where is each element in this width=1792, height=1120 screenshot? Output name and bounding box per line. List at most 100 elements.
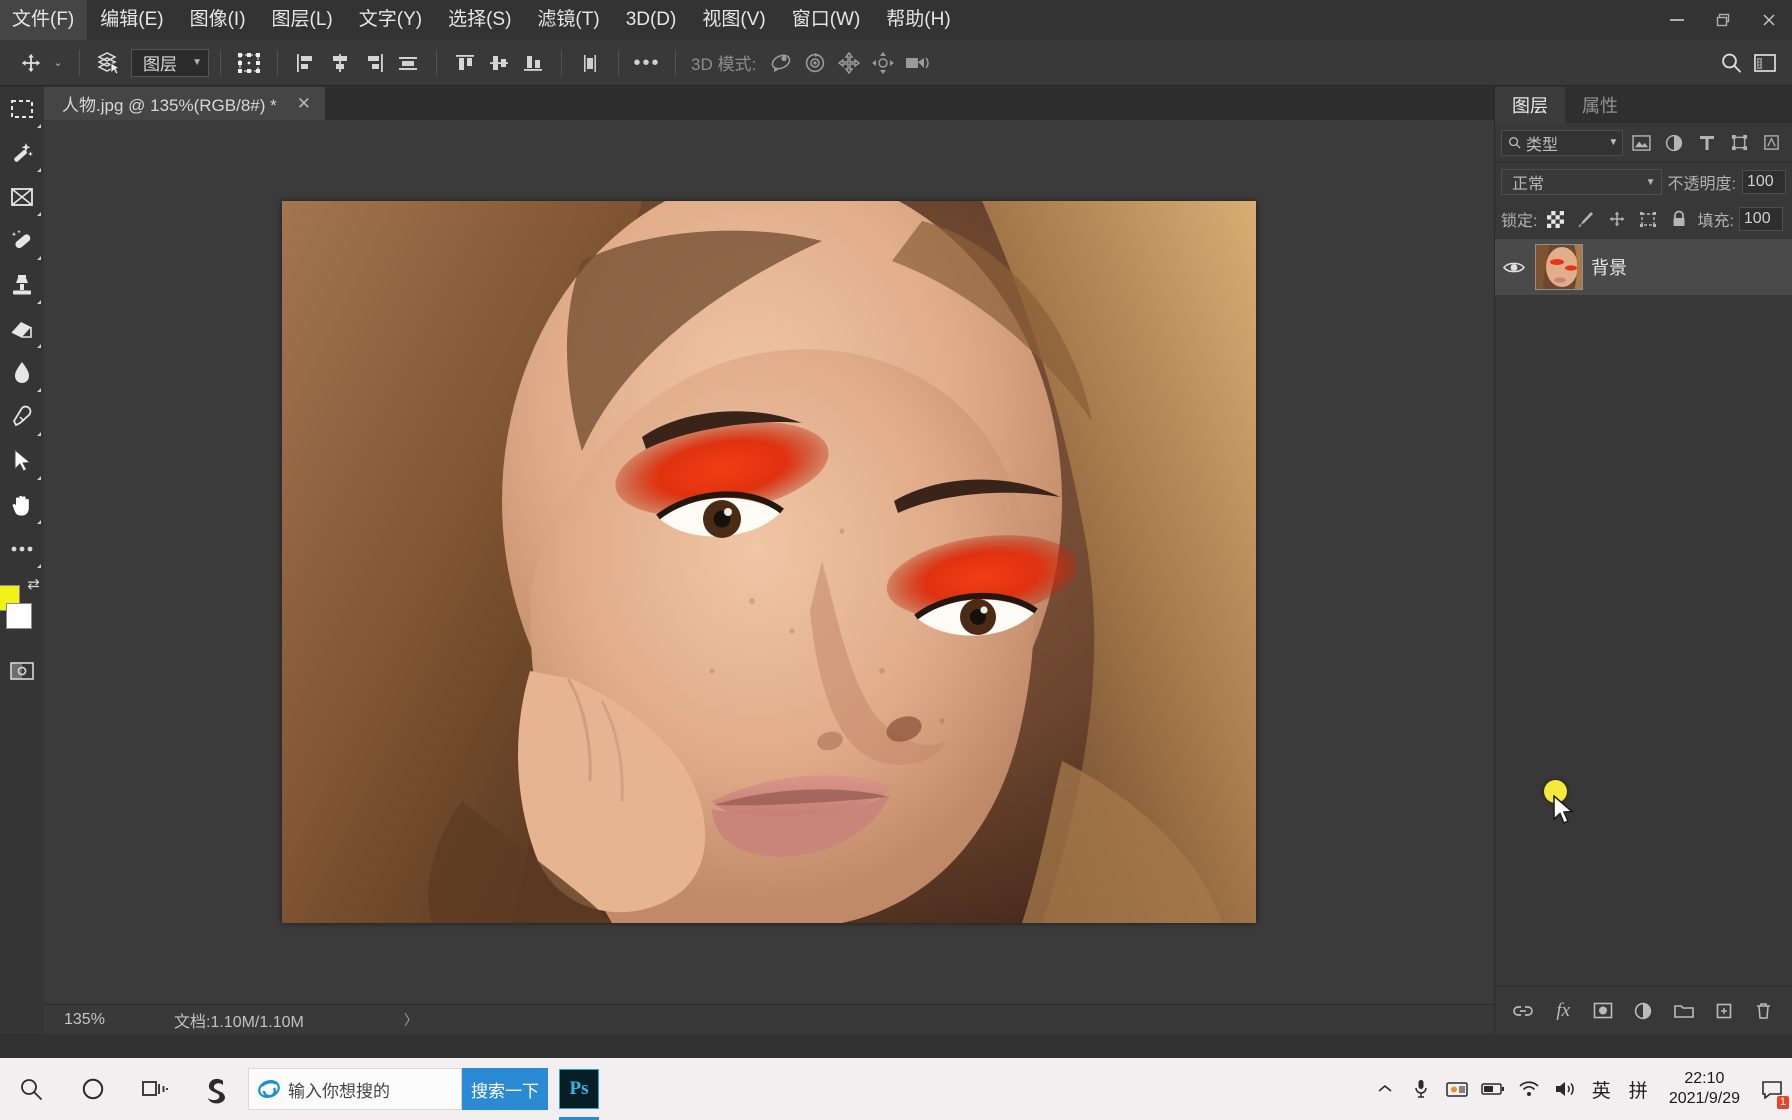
ime-pinyin-indicator[interactable]: 拼 bbox=[1620, 1076, 1657, 1103]
lock-all-button[interactable] bbox=[1666, 207, 1692, 231]
add-layer-mask-button[interactable] bbox=[1588, 996, 1618, 1026]
smart-object-filter-button[interactable] bbox=[1757, 130, 1786, 156]
delete-layer-button[interactable] bbox=[1749, 996, 1779, 1026]
tab-properties[interactable]: 属性 bbox=[1565, 87, 1635, 123]
menu-layer[interactable]: 图层(L) bbox=[259, 0, 346, 40]
shape-layer-filter-button[interactable] bbox=[1725, 130, 1754, 156]
search-button[interactable] bbox=[1714, 46, 1748, 80]
layer-name[interactable]: 背景 bbox=[1591, 254, 1627, 280]
crop-tool[interactable] bbox=[0, 175, 44, 219]
healing-brush-tool[interactable] bbox=[0, 219, 44, 263]
screenshot-button[interactable] bbox=[1439, 1058, 1475, 1120]
document-tab[interactable]: 人物.jpg @ 135%(RGB/8#) * ✕ bbox=[44, 87, 326, 120]
notifications-button[interactable]: 1 bbox=[1752, 1058, 1792, 1120]
menu-image[interactable]: 图像(I) bbox=[177, 0, 259, 40]
quick-selection-tool[interactable] bbox=[0, 131, 44, 175]
camera-3d-button[interactable] bbox=[900, 46, 934, 80]
rotate-3d-button[interactable] bbox=[764, 46, 798, 80]
photoshop-taskbar-button[interactable]: Ps bbox=[548, 1058, 610, 1120]
zoom-level[interactable]: 135% bbox=[44, 1011, 156, 1029]
auto-select-dropdown[interactable]: 图层 ▼ bbox=[131, 48, 209, 77]
search-submit-button[interactable]: 搜索一下 bbox=[462, 1068, 548, 1110]
tool-preset-chevron[interactable]: ⌄ bbox=[48, 56, 68, 69]
menu-edit[interactable]: 编辑(E) bbox=[87, 0, 176, 40]
menu-help[interactable]: 帮助(H) bbox=[873, 0, 963, 40]
wifi-button[interactable] bbox=[1511, 1058, 1547, 1120]
hand-tool[interactable] bbox=[0, 483, 44, 527]
lock-transparent-pixels-button[interactable] bbox=[1542, 207, 1568, 231]
fill-value[interactable]: 100 bbox=[1738, 207, 1783, 231]
pan-3d-button[interactable] bbox=[832, 46, 866, 80]
volume-button[interactable] bbox=[1547, 1058, 1583, 1120]
layer-row-background[interactable]: 背景 bbox=[1495, 239, 1792, 295]
background-color-swatch[interactable] bbox=[6, 603, 32, 629]
lock-artboard-nesting-button[interactable] bbox=[1635, 207, 1661, 231]
new-adjustment-layer-button[interactable] bbox=[1628, 996, 1658, 1026]
quick-mask-button[interactable] bbox=[0, 651, 44, 691]
task-view-button[interactable] bbox=[124, 1058, 186, 1120]
auto-select-icon[interactable] bbox=[91, 46, 125, 80]
menu-view[interactable]: 视图(V) bbox=[689, 0, 778, 40]
menu-window[interactable]: 窗口(W) bbox=[779, 0, 874, 40]
sogou-app-button[interactable] bbox=[186, 1058, 248, 1120]
menu-filter[interactable]: 滤镜(T) bbox=[524, 0, 612, 40]
distribute-horizontal-button[interactable] bbox=[391, 46, 425, 80]
opacity-value[interactable]: 100 bbox=[1742, 170, 1786, 194]
microphone-button[interactable] bbox=[1403, 1058, 1439, 1120]
align-right-edges-button[interactable] bbox=[357, 46, 391, 80]
close-button[interactable] bbox=[1746, 0, 1792, 40]
lock-image-pixels-button[interactable] bbox=[1573, 207, 1599, 231]
type-layer-filter-button[interactable] bbox=[1692, 130, 1721, 156]
filter-type-dropdown[interactable]: 类型 ▼ bbox=[1501, 129, 1624, 156]
align-top-edges-button[interactable] bbox=[448, 46, 482, 80]
eye-icon[interactable] bbox=[1501, 260, 1527, 275]
align-left-edges-button[interactable] bbox=[289, 46, 323, 80]
pixel-layer-filter-button[interactable] bbox=[1627, 130, 1656, 156]
pen-tool[interactable] bbox=[0, 395, 44, 439]
taskbar-clock[interactable]: 22:10 2021/9/29 bbox=[1657, 1069, 1752, 1110]
align-bottom-edges-button[interactable] bbox=[516, 46, 550, 80]
search-input-placeholder[interactable]: 输入你想搜的 bbox=[288, 1077, 390, 1102]
marquee-tool[interactable] bbox=[0, 87, 44, 131]
cortana-button[interactable] bbox=[62, 1058, 124, 1120]
eraser-tool[interactable] bbox=[0, 307, 44, 351]
clone-stamp-tool[interactable] bbox=[0, 263, 44, 307]
taskbar-search-box[interactable]: 输入你想搜的 bbox=[248, 1068, 462, 1110]
image-canvas[interactable] bbox=[282, 201, 1256, 923]
canvas-viewport[interactable] bbox=[44, 120, 1494, 1004]
link-layers-button[interactable] bbox=[1508, 996, 1538, 1026]
edit-toolbar-button[interactable] bbox=[0, 527, 44, 571]
align-vertical-centers-button[interactable] bbox=[482, 46, 516, 80]
menu-type[interactable]: 文字(Y) bbox=[346, 0, 435, 40]
new-group-button[interactable] bbox=[1669, 996, 1699, 1026]
battery-button[interactable] bbox=[1475, 1058, 1511, 1120]
slide-3d-button[interactable] bbox=[866, 46, 900, 80]
menu-3d[interactable]: 3D(D) bbox=[613, 0, 690, 40]
more-options-button[interactable]: ••• bbox=[630, 46, 664, 80]
adjustment-layer-filter-button[interactable] bbox=[1660, 130, 1689, 156]
status-expand-arrow[interactable]: 〉 bbox=[404, 1010, 418, 1030]
swap-colors-icon[interactable]: ⇄ bbox=[27, 575, 40, 593]
roll-3d-button[interactable] bbox=[798, 46, 832, 80]
layer-thumbnail[interactable] bbox=[1535, 244, 1583, 290]
layer-style-button[interactable]: fx bbox=[1548, 996, 1578, 1026]
lock-position-button[interactable] bbox=[1604, 207, 1630, 231]
tray-expand-button[interactable] bbox=[1367, 1058, 1403, 1120]
menu-select[interactable]: 选择(S) bbox=[435, 0, 524, 40]
start-search-button[interactable] bbox=[0, 1058, 62, 1120]
show-transform-controls-button[interactable] bbox=[232, 46, 266, 80]
move-tool-options-icon[interactable] bbox=[14, 46, 48, 80]
close-icon[interactable]: ✕ bbox=[291, 94, 317, 114]
menu-file[interactable]: 文件(F) bbox=[0, 0, 88, 40]
restore-button[interactable] bbox=[1700, 0, 1746, 40]
workspace-switcher-button[interactable] bbox=[1748, 46, 1782, 80]
align-horizontal-centers-button[interactable] bbox=[323, 46, 357, 80]
new-layer-button[interactable] bbox=[1709, 996, 1739, 1026]
tab-layers[interactable]: 图层 bbox=[1495, 87, 1565, 123]
path-selection-tool[interactable] bbox=[0, 439, 44, 483]
blur-tool[interactable] bbox=[0, 351, 44, 395]
distribute-spacing-button[interactable] bbox=[573, 46, 607, 80]
minimize-button[interactable] bbox=[1654, 0, 1700, 40]
ime-language-indicator[interactable]: 英 bbox=[1583, 1076, 1620, 1103]
blend-mode-dropdown[interactable]: 正常 ▼ bbox=[1501, 169, 1662, 195]
